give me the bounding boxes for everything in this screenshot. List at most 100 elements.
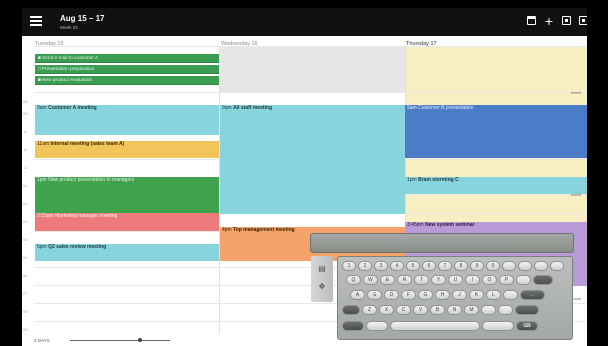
hour-label: 10 <box>23 129 28 134</box>
move-icon[interactable]: ✥ <box>317 282 327 292</box>
key[interactable]: 0 <box>486 261 500 271</box>
week-label: Week 33 <box>60 25 78 30</box>
key[interactable]: I <box>465 275 480 285</box>
key[interactable]: S <box>367 290 382 300</box>
event-title: Internal meeting (sales team A) <box>50 141 125 147</box>
key[interactable]: Q <box>346 275 361 285</box>
hour-label: 05 <box>23 255 28 260</box>
key[interactable] <box>518 261 532 271</box>
event-internal-meeting[interactable]: 11am Internal meeting (sales team A) <box>35 141 219 158</box>
shift-key[interactable] <box>342 305 360 315</box>
event-time: 5pm <box>37 244 47 250</box>
event-brain-storming-c[interactable]: 1pm Brain storming C <box>405 177 587 194</box>
key[interactable]: A <box>350 290 365 300</box>
space-key[interactable] <box>390 321 480 331</box>
event-time: 9am <box>37 105 47 111</box>
event-title: Marketing manager meeting <box>55 213 118 219</box>
key[interactable]: R <box>397 275 412 285</box>
key[interactable] <box>481 305 496 315</box>
key[interactable]: 6 <box>422 261 436 271</box>
key[interactable]: L <box>486 290 501 300</box>
event-customer-b-presentation[interactable]: 9am Customer B presentation <box>405 105 587 158</box>
key[interactable]: D <box>384 290 399 300</box>
event-customer-a-meeting[interactable]: 9am Customer A meeting <box>35 105 219 135</box>
hour-label: 11 <box>23 147 28 152</box>
task-label: Presentation preparation <box>41 67 95 72</box>
key[interactable]: 1 <box>342 261 356 271</box>
key[interactable] <box>366 321 388 331</box>
event-all-staff-meeting[interactable]: 9am All staff meeting <box>220 105 405 214</box>
shift-key[interactable] <box>515 305 539 315</box>
event-title: Top management meeting <box>233 227 295 233</box>
event-time: 9am <box>407 105 417 111</box>
export-icon[interactable] <box>577 15 587 27</box>
enter-key[interactable]: ← <box>520 290 545 300</box>
zoom-slider[interactable] <box>70 338 170 342</box>
key[interactable]: Y <box>431 275 446 285</box>
keyboard-icon[interactable]: ⌨ <box>516 321 538 331</box>
key[interactable]: V <box>413 305 428 315</box>
key[interactable]: 2 <box>358 261 372 271</box>
key[interactable]: F <box>401 290 416 300</box>
key[interactable]: 5 <box>406 261 420 271</box>
hour-label: 04 <box>23 237 28 242</box>
key[interactable]: G <box>418 290 433 300</box>
task-item[interactable]: ■Send e-mail to customer A <box>35 54 219 63</box>
key[interactable] <box>534 261 548 271</box>
key[interactable]: H <box>435 290 450 300</box>
key[interactable] <box>516 275 531 285</box>
key[interactable]: O <box>482 275 497 285</box>
key[interactable] <box>342 321 364 331</box>
key[interactable]: M <box>464 305 479 315</box>
key[interactable]: N <box>447 305 462 315</box>
key[interactable]: B <box>430 305 445 315</box>
key[interactable] <box>502 261 516 271</box>
keyboard-row-zxcv: Z X C V B N M <box>342 305 541 315</box>
side-label: meeti <box>571 90 581 95</box>
task-item[interactable]: □Presentation preparation <box>35 65 219 74</box>
event-time: 2:15pm <box>37 213 54 219</box>
key[interactable]: J <box>452 290 467 300</box>
event-sales-review-meeting[interactable]: 5pm Q2 sales review meeting <box>35 244 219 261</box>
hour-label: 01 <box>23 183 28 188</box>
key[interactable]: C <box>396 305 411 315</box>
divider <box>34 46 586 47</box>
key[interactable]: 3 <box>374 261 388 271</box>
event-time: 1pm <box>407 177 417 183</box>
key[interactable]: 9 <box>470 261 484 271</box>
menu-icon[interactable] <box>30 16 42 26</box>
key[interactable] <box>503 290 518 300</box>
zoom-label: 3 DAYS <box>34 338 50 343</box>
backspace-key[interactable] <box>533 275 553 285</box>
key[interactable]: W <box>363 275 378 285</box>
key[interactable]: 4 <box>390 261 404 271</box>
view-icon[interactable] <box>560 15 572 27</box>
key[interactable] <box>550 261 564 271</box>
key[interactable]: X <box>379 305 394 315</box>
key[interactable] <box>482 321 514 331</box>
add-icon[interactable]: + <box>543 14 555 28</box>
key[interactable]: 8 <box>454 261 468 271</box>
task-item[interactable]: ■New product evaluation <box>35 76 219 85</box>
key[interactable]: P <box>499 275 514 285</box>
hour-label: 02 <box>23 201 28 206</box>
event-title: New product presentation to managers <box>48 177 135 183</box>
key[interactable]: E <box>380 275 395 285</box>
task-label: New product evaluation <box>41 78 93 83</box>
key[interactable]: T <box>414 275 429 285</box>
key[interactable]: Z <box>362 305 377 315</box>
event-new-product-presentation[interactable]: 1pm New product presentation to managers <box>35 177 219 213</box>
hour-label: 08 <box>23 309 28 314</box>
key[interactable] <box>498 305 513 315</box>
clipboard-icon[interactable]: ▤ <box>317 264 327 274</box>
keyboard-title-bar[interactable] <box>310 233 574 253</box>
key[interactable]: 7 <box>438 261 452 271</box>
calendar-icon[interactable] <box>525 15 537 27</box>
key[interactable]: U <box>448 275 463 285</box>
zoom-slider-thumb[interactable] <box>138 338 142 342</box>
hour-label: 03 <box>23 219 28 224</box>
event-marketing-manager-meeting[interactable]: 2:15pm Marketing manager meeting <box>35 213 219 231</box>
key[interactable]: K <box>469 290 484 300</box>
event-title: Customer B presentation <box>418 105 474 111</box>
keyboard-row-qwerty: Q W E R T Y U I O P <box>346 275 555 285</box>
